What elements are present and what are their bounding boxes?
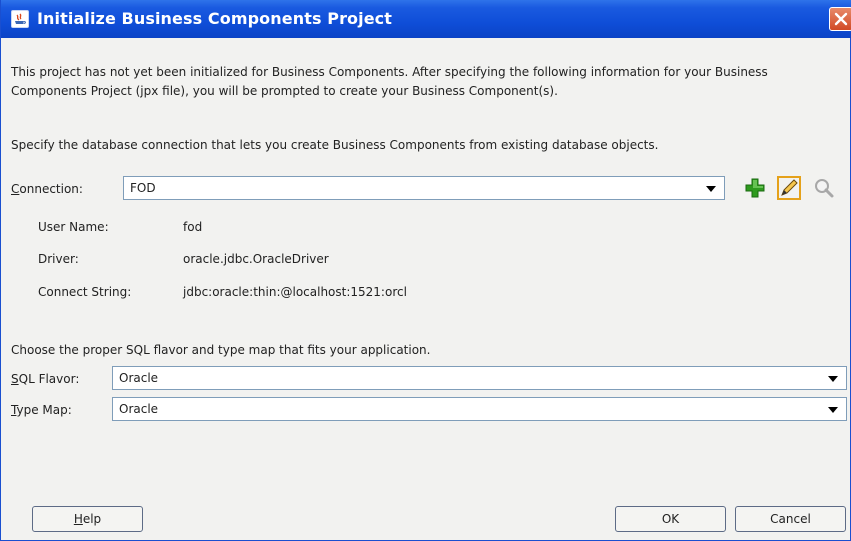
ok-button[interactable]: OK (615, 506, 726, 532)
sql-flavor-value: Oracle (119, 371, 159, 385)
chevron-down-icon[interactable] (706, 186, 716, 192)
connection-dropdown[interactable]: FOD (123, 176, 725, 200)
driver-label: Driver: (38, 252, 79, 266)
type-map-value: Oracle (119, 402, 159, 416)
close-icon (834, 12, 848, 26)
sql-flavor-label: SQL Flavor: (11, 372, 79, 386)
window-title: Initialize Business Components Project (37, 9, 393, 28)
intro-paragraph: This project has not yet been initialize… (11, 65, 768, 98)
sql-flavor-dropdown[interactable]: Oracle (112, 366, 847, 390)
add-icon[interactable] (744, 177, 766, 199)
title-bar[interactable]: Initialize Business Components Project (1, 0, 851, 38)
dialog-window: Initialize Business Components Project T… (0, 0, 851, 541)
sql-flavor-label-mnemonic: S (11, 372, 19, 386)
search-icon[interactable] (813, 177, 835, 199)
type-map-label: Type Map: (11, 403, 72, 417)
java-app-icon (11, 10, 29, 28)
chevron-down-icon[interactable] (828, 407, 838, 413)
connection-label-text: onnection: (19, 182, 83, 196)
help-button-mnemonic: H (73, 512, 83, 526)
sql-instructions: Choose the proper SQL flavor and type ma… (11, 343, 431, 357)
type-map-label-text: ype Map: (16, 403, 72, 417)
connection-value: FOD (130, 181, 156, 195)
edit-icon[interactable] (777, 176, 801, 200)
user-name-value: fod (183, 220, 203, 234)
user-name-label: User Name: (38, 220, 109, 234)
help-button[interactable]: Help (32, 506, 143, 532)
chevron-down-icon[interactable] (828, 376, 838, 382)
close-button[interactable] (829, 7, 851, 31)
sql-flavor-label-text: QL Flavor: (18, 372, 80, 386)
help-button-label: elp (82, 512, 102, 526)
driver-value: oracle.jdbc.OracleDriver (183, 252, 329, 266)
connect-string-value: jdbc:oracle:thin:@localhost:1521:orcl (183, 285, 407, 299)
cancel-button[interactable]: Cancel (735, 506, 846, 532)
type-map-dropdown[interactable]: Oracle (112, 397, 847, 421)
connect-string-label: Connect String: (38, 285, 132, 299)
connection-label: Connection: (11, 182, 83, 196)
connection-instructions: Specify the database connection that let… (11, 138, 659, 152)
